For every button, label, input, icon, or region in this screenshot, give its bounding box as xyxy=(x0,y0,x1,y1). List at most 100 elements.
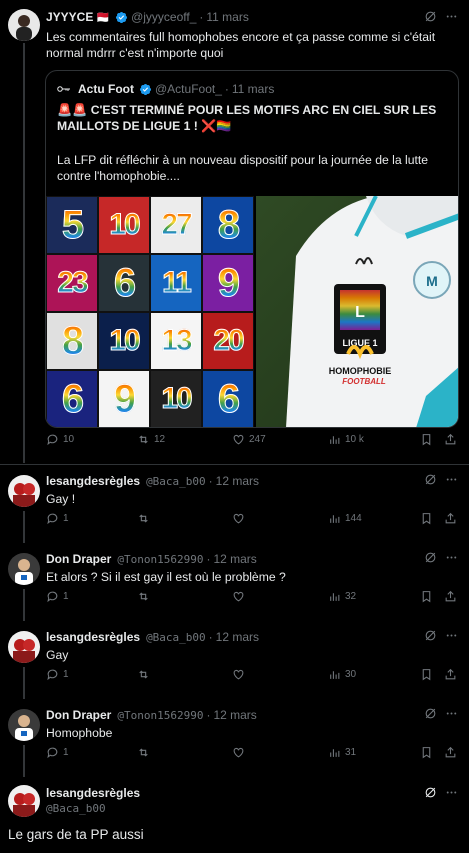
thread-line xyxy=(23,667,25,699)
share-button[interactable] xyxy=(444,746,457,759)
reply-text: Gay xyxy=(46,648,69,662)
jersey-tile: 10 xyxy=(150,370,202,427)
share-icon xyxy=(445,433,456,444)
view-count: 10 k xyxy=(345,433,364,445)
avatar[interactable] xyxy=(8,631,40,663)
grok-icon[interactable] xyxy=(424,786,437,804)
shirt-patch-label: LIGUE 1 xyxy=(342,338,377,348)
avatar[interactable] xyxy=(8,475,40,507)
repost-button[interactable] xyxy=(137,668,150,681)
reply-author-handle[interactable]: @Tonon1562990 xyxy=(117,553,203,566)
reply-author-handle[interactable]: @Baca_b00 xyxy=(146,631,206,644)
flag-emoji: 🇲🇨 xyxy=(96,11,111,24)
reply-button[interactable]: 1 xyxy=(46,668,69,681)
share-button[interactable] xyxy=(444,433,457,446)
quote-author-name[interactable]: Actu Foot xyxy=(78,82,134,96)
bookmark-button[interactable] xyxy=(420,668,433,681)
views-button[interactable]: 31 xyxy=(328,746,356,759)
reply-date[interactable]: 12 mars xyxy=(213,708,256,722)
like-button[interactable] xyxy=(232,746,249,759)
reply-author-name[interactable]: Don Draper xyxy=(46,708,111,722)
reply-icon xyxy=(47,434,58,445)
heart-icon xyxy=(233,591,244,601)
quote-image-jerseys[interactable]: 5 10 27 8 23 6 11 9 8 10 13 20 6 9 10 6 xyxy=(46,196,254,427)
jersey-tile: 6 xyxy=(46,370,98,427)
reply-header: Don Draper @Tonon1562990 · 12 mars xyxy=(46,552,257,566)
focused-author-handle[interactable]: @Baca_b00 xyxy=(46,802,106,815)
like-button[interactable] xyxy=(232,512,249,525)
reply-button[interactable]: 1 xyxy=(46,590,69,603)
jersey-tile: 23 xyxy=(46,254,98,312)
views-button[interactable]: 30 xyxy=(328,668,356,681)
bookmark-button[interactable] xyxy=(420,512,433,525)
reply-button[interactable]: 10 xyxy=(46,433,74,446)
quote-image-shirt[interactable]: L LIGUE 1 HOMOPHOBIE FOOTBALL M xyxy=(256,196,458,427)
reply-author-name[interactable]: Don Draper xyxy=(46,552,111,566)
bookmark-icon xyxy=(422,668,431,680)
bookmark-button[interactable] xyxy=(420,433,433,446)
reply-count: 1 xyxy=(63,668,69,680)
repost-button[interactable] xyxy=(137,512,150,525)
heart-icon xyxy=(233,513,244,523)
more-icon[interactable] xyxy=(445,707,458,725)
reply-author-handle[interactable]: @Tonon1562990 xyxy=(117,709,203,722)
reply-header: Don Draper @Tonon1562990 · 12 mars xyxy=(46,708,257,722)
share-button[interactable] xyxy=(444,590,457,603)
share-button[interactable] xyxy=(444,512,457,525)
reply-date[interactable]: 12 mars xyxy=(216,474,259,488)
reply-author-name[interactable]: lesangdesrègles xyxy=(46,474,140,488)
like-button[interactable]: 247 xyxy=(232,433,266,446)
grok-icon[interactable] xyxy=(424,10,437,28)
more-icon[interactable] xyxy=(445,629,458,647)
share-button[interactable] xyxy=(444,668,457,681)
avatar[interactable] xyxy=(8,9,40,41)
reply-button[interactable]: 1 xyxy=(46,746,69,759)
more-icon[interactable] xyxy=(445,786,458,804)
reply-count: 1 xyxy=(63,512,69,524)
quote-author-handle[interactable]: @ActuFoot_ xyxy=(155,82,222,96)
grok-icon[interactable] xyxy=(424,707,437,725)
views-button[interactable]: 10 k xyxy=(328,433,364,446)
reply-date[interactable]: 12 mars xyxy=(213,552,256,566)
grok-icon[interactable] xyxy=(424,551,437,569)
jersey-number: 11 xyxy=(162,266,193,299)
grok-icon[interactable] xyxy=(424,629,437,647)
tweet-date[interactable]: 11 mars xyxy=(206,10,248,24)
author-name[interactable]: JYYYCE xyxy=(46,10,93,24)
jersey-number: 9 xyxy=(113,377,136,421)
jersey-tile: 6 xyxy=(98,254,150,312)
focused-author-name[interactable]: lesangdesrègles xyxy=(46,786,140,800)
views-button[interactable]: 144 xyxy=(328,512,362,525)
views-button[interactable]: 32 xyxy=(328,590,356,603)
jersey-number: 9 xyxy=(217,261,240,305)
quoted-tweet[interactable]: Actu Foot @ActuFoot_ · 11 mars 🚨🚨 C'EST … xyxy=(45,70,459,428)
bookmark-button[interactable] xyxy=(420,590,433,603)
repost-button[interactable] xyxy=(137,746,150,759)
repost-button[interactable]: 12 xyxy=(137,433,165,446)
bookmark-button[interactable] xyxy=(420,746,433,759)
avatar[interactable] xyxy=(8,785,40,817)
jersey-tile: 27 xyxy=(150,196,202,254)
avatar[interactable] xyxy=(8,553,40,585)
reply-author-name[interactable]: lesangdesrègles xyxy=(46,630,140,644)
reply-button[interactable]: 1 xyxy=(46,512,69,525)
quote-date[interactable]: 11 mars xyxy=(232,82,274,96)
grok-icon[interactable] xyxy=(424,473,437,491)
avatar[interactable] xyxy=(8,709,40,741)
more-icon[interactable] xyxy=(445,473,458,491)
author-handle[interactable]: @jyyyceoff_ xyxy=(131,10,196,24)
tweet-text: Les commentaires full homophobes encore … xyxy=(46,30,436,60)
like-button[interactable] xyxy=(232,668,249,681)
jersey-number: 6 xyxy=(217,377,240,421)
like-button[interactable] xyxy=(232,590,249,603)
shirt-text-2: FOOTBALL xyxy=(342,377,386,386)
repost-button[interactable] xyxy=(137,590,150,603)
reply-date[interactable]: 12 mars xyxy=(216,630,259,644)
more-icon[interactable] xyxy=(445,551,458,569)
reply-author-handle[interactable]: @Baca_b00 xyxy=(146,475,206,488)
jersey-number: 10 xyxy=(161,382,193,415)
jersey-number: 8 xyxy=(217,203,240,247)
svg-text:M: M xyxy=(426,273,438,289)
more-icon[interactable] xyxy=(445,10,458,28)
jersey-number: 27 xyxy=(161,208,193,241)
